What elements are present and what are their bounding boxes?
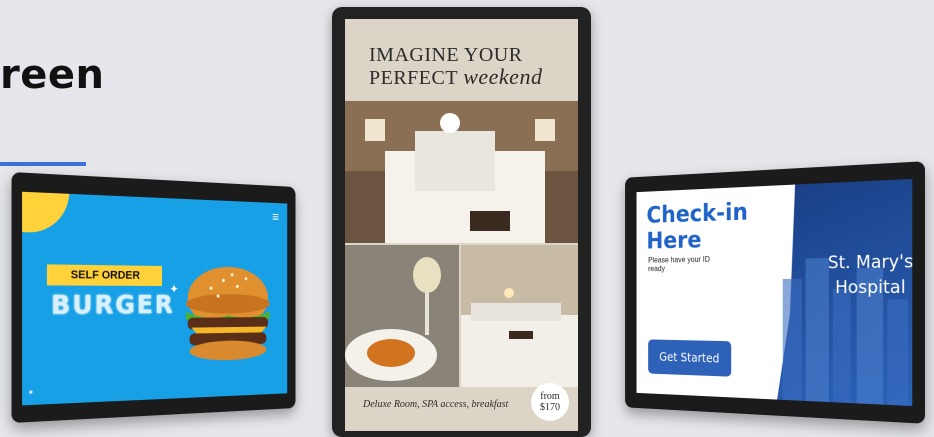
headline-underline — [0, 162, 86, 166]
hotel-room-photo — [461, 245, 578, 387]
hotel-bedroom-photo — [345, 101, 578, 243]
hotel-title-plain: PERFECT — [369, 67, 458, 89]
burger-image — [185, 266, 270, 362]
hotel-title-line1: IMAGINE YOUR — [369, 44, 523, 66]
hamburger-menu-icon[interactable]: ≡ — [272, 209, 279, 224]
yellow-blob-decoration — [22, 191, 70, 234]
burger-title: BURGER — [51, 289, 175, 321]
checkin-subtitle: Please have your ID ready — [648, 254, 710, 274]
kiosk-hotel: IMAGINE YOUR PERFECT weekend Deluxe Room… — [332, 7, 591, 437]
screen-indicator-icon: ● — [28, 386, 34, 397]
kiosk-hospital: Check-in Here Please have your ID ready … — [625, 161, 925, 424]
get-started-button[interactable]: Get Started — [648, 339, 732, 377]
sparkle-icon: ✦ — [169, 282, 179, 297]
hotel-food-photo — [345, 245, 459, 387]
checkin-title-line1: Check-in — [646, 197, 748, 229]
page-headline: reen — [0, 52, 105, 98]
hospital-name: St. Mary's Hospital — [815, 249, 912, 300]
price-value: $170 — [540, 402, 560, 413]
checkin-title-line2: Here — [646, 225, 702, 255]
kiosk-hotel-screen[interactable]: IMAGINE YOUR PERFECT weekend Deluxe Room… — [345, 19, 578, 431]
hotel-title-line2: PERFECT weekend — [369, 66, 559, 89]
kiosk-burger-screen[interactable]: ≡ SELF ORDER BURGER ✦ ● — [22, 191, 288, 406]
kiosk-burger: ≡ SELF ORDER BURGER ✦ ● — [11, 172, 296, 423]
price-from: from — [540, 391, 560, 402]
hotel-caption: Deluxe Room, SPA access, breakfast — [363, 399, 509, 410]
hotel-title: IMAGINE YOUR PERFECT weekend — [369, 45, 559, 89]
checkin-title: Check-in Here — [646, 197, 748, 255]
hotel-title-script: weekend — [463, 64, 543, 89]
self-order-badge: SELF ORDER — [46, 264, 163, 286]
hospital-name-line1: St. Mary's — [827, 251, 913, 274]
hospital-name-line2: Hospital — [835, 277, 906, 299]
kiosk-hospital-screen[interactable]: Check-in Here Please have your ID ready … — [636, 178, 913, 407]
price-badge: from $170 — [531, 383, 569, 421]
